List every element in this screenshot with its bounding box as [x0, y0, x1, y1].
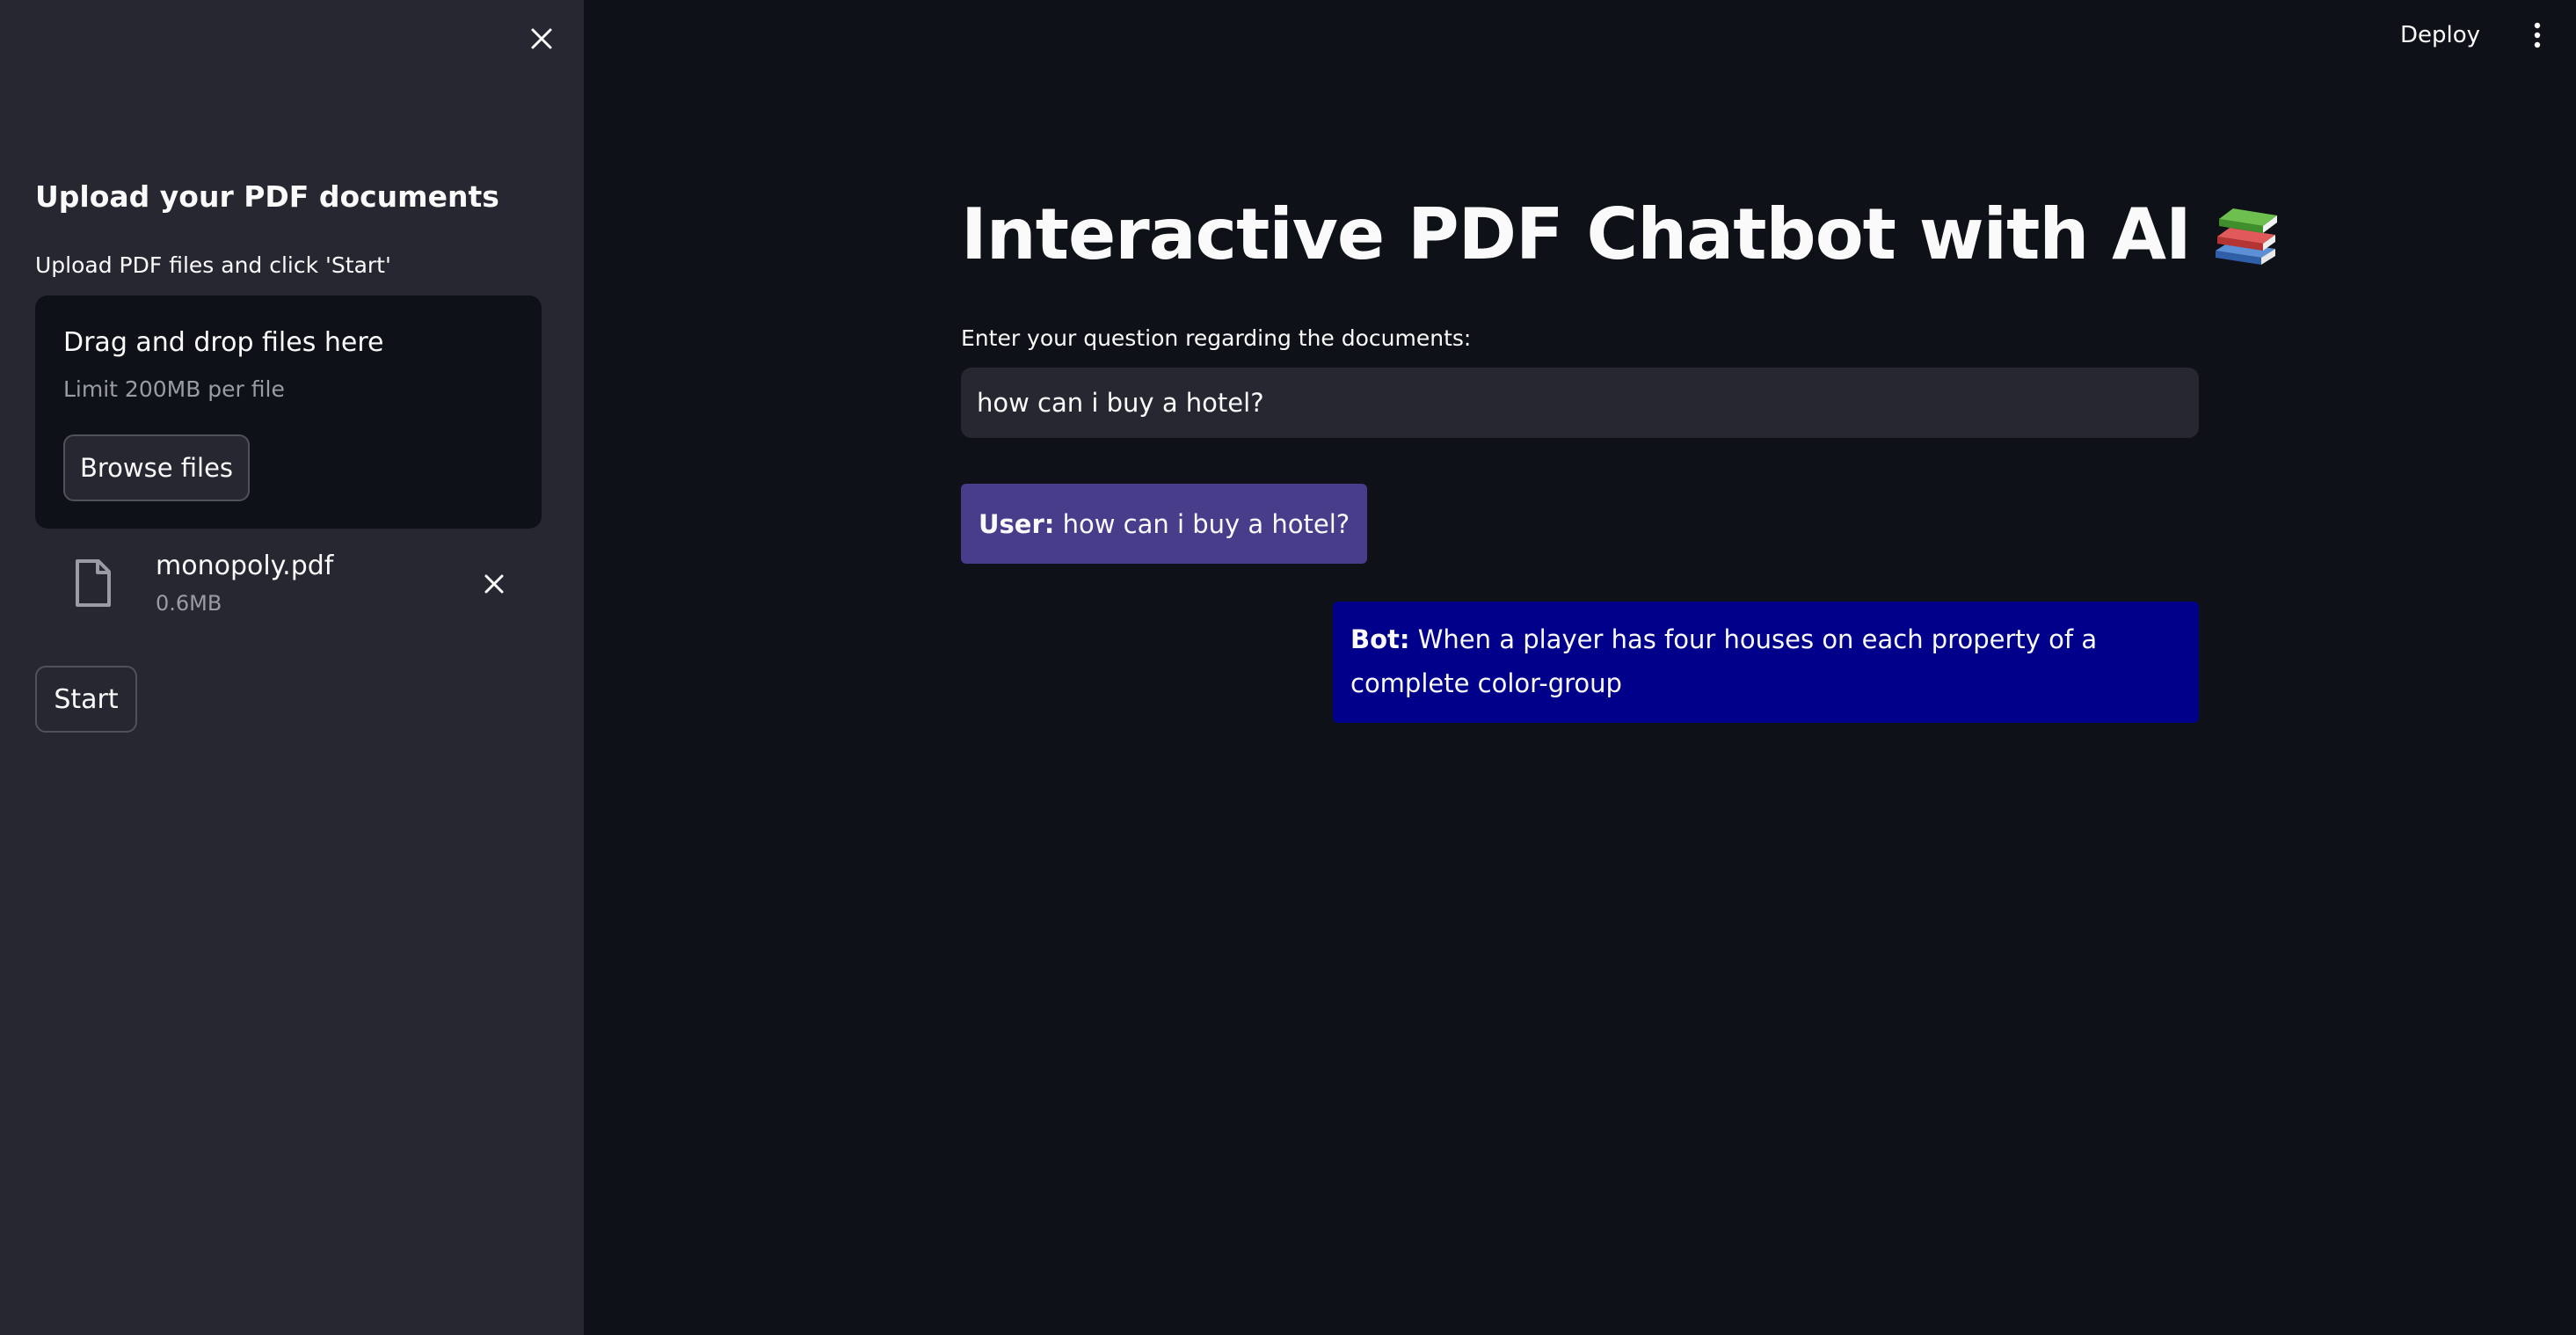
main-menu-button[interactable] [2521, 16, 2553, 55]
sidebar-heading: Upload your PDF documents [35, 179, 499, 214]
file-dropzone[interactable]: Drag and drop files here Limit 200MB per… [35, 295, 542, 529]
user-message: User: how can i buy a hotel? [961, 484, 1368, 564]
bot-message: Bot: When a player has four houses on ea… [1333, 602, 2199, 723]
kebab-menu-icon [2534, 22, 2541, 48]
file-name: monopoly.pdf [156, 551, 334, 581]
message-speaker: User: [979, 508, 1055, 539]
page-title-text: Interactive PDF Chatbot with AI [961, 193, 2192, 275]
message-text: how can i buy a hotel? [1062, 508, 1350, 539]
start-button[interactable]: Start [35, 666, 137, 733]
deploy-button[interactable]: Deploy [2400, 16, 2480, 55]
dropzone-title: Drag and drop files here [63, 327, 384, 358]
page-title: Interactive PDF Chatbot with AI [961, 193, 2281, 275]
remove-file-button[interactable] [477, 566, 512, 602]
file-icon [76, 559, 111, 607]
message-speaker: Bot: [1350, 624, 1410, 654]
dropzone-limit: Limit 200MB per file [63, 376, 285, 402]
close-icon [531, 28, 552, 49]
message-text: When a player has four houses on each pr… [1350, 624, 2098, 698]
uploaded-file-item: monopoly.pdf 0.6MB [35, 545, 542, 624]
question-label: Enter your question regarding the docume… [961, 325, 1472, 351]
close-icon [484, 574, 504, 594]
file-size: 0.6MB [156, 591, 222, 616]
question-input[interactable] [961, 368, 2199, 438]
close-sidebar-button[interactable] [524, 21, 559, 56]
sidebar: Upload your PDF documents Upload PDF fil… [0, 0, 584, 1335]
upload-instructions: Upload PDF files and click 'Start' [35, 252, 391, 278]
books-icon [2215, 208, 2277, 265]
browse-files-button[interactable]: Browse files [63, 434, 250, 501]
